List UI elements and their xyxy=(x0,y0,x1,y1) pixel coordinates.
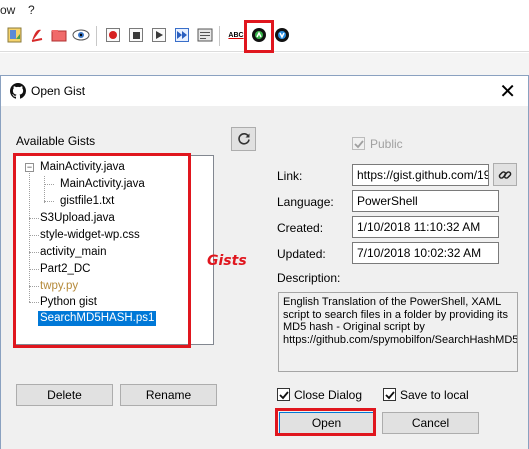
spellcheck-text: ABC xyxy=(228,31,244,39)
created-field[interactable]: 1/10/2018 11:10:32 AM xyxy=(352,216,499,238)
public-checkbox[interactable] xyxy=(352,137,365,150)
open-folder-icon[interactable] xyxy=(50,26,68,44)
menu-bar: ow ? xyxy=(0,0,529,20)
rename-button[interactable]: Rename xyxy=(120,384,217,406)
delete-button[interactable]: Delete xyxy=(16,384,113,406)
highlight-frame-github-button xyxy=(244,20,274,53)
close-dialog-label: Close Dialog xyxy=(294,388,363,402)
created-label: Created: xyxy=(277,221,324,235)
new-file-icon[interactable] xyxy=(6,26,24,44)
toolbar-separator xyxy=(219,26,220,46)
refresh-icon xyxy=(237,132,250,145)
menu-item-window[interactable]: ow xyxy=(0,3,15,17)
language-label: Language: xyxy=(277,195,334,209)
play-icon[interactable] xyxy=(150,26,168,44)
pdf-icon[interactable] xyxy=(28,26,46,44)
link-icon xyxy=(498,170,512,179)
toolbar-separator xyxy=(96,26,97,46)
record-icon[interactable] xyxy=(104,26,122,44)
updated-label: Updated: xyxy=(277,247,326,261)
refresh-button[interactable] xyxy=(231,127,256,151)
github-logo-icon xyxy=(10,83,26,102)
description-label: Description: xyxy=(277,271,341,285)
link-field[interactable]: https://gist.github.com/195... xyxy=(352,164,489,186)
save-local-label: Save to local xyxy=(400,388,469,402)
spellcheck-icon[interactable]: ABC xyxy=(226,26,246,44)
highlight-frame-open-button xyxy=(275,408,376,436)
checkmark-icon xyxy=(384,390,395,399)
checkmark-icon xyxy=(353,139,364,148)
highlight-frame-gist-tree xyxy=(13,153,191,348)
updated-field[interactable]: 7/10/2018 10:02:32 AM xyxy=(352,242,499,264)
dialog-titlebar: Open Gist ✕ xyxy=(1,76,528,106)
close-dialog-checkbox[interactable] xyxy=(277,388,290,401)
gists-annotation: Gists xyxy=(207,253,247,269)
cancel-button[interactable]: Cancel xyxy=(382,412,479,434)
link-label: Link: xyxy=(277,169,303,183)
close-icon[interactable]: ✕ xyxy=(499,79,516,104)
save-local-checkbox[interactable] xyxy=(383,388,396,401)
menu-item-help[interactable]: ? xyxy=(28,3,35,17)
description-field[interactable]: English Translation of the PowerShell, X… xyxy=(278,292,518,372)
checkmark-icon xyxy=(278,390,289,399)
open-gist-dialog: Open Gist ✕ Available Gists − MainActivi… xyxy=(0,75,529,449)
github-download-icon[interactable] xyxy=(273,26,291,44)
editor-area-strip xyxy=(0,53,529,75)
public-label: Public xyxy=(370,137,403,151)
eye-icon[interactable] xyxy=(72,26,90,44)
keyboard-icon[interactable] xyxy=(196,26,214,44)
available-gists-label: Available Gists xyxy=(16,134,96,148)
language-field[interactable]: PowerShell xyxy=(352,190,499,212)
fast-forward-icon[interactable] xyxy=(173,26,191,44)
dialog-title: Open Gist xyxy=(31,84,86,98)
stop-icon[interactable] xyxy=(127,26,145,44)
open-link-button[interactable] xyxy=(493,163,517,186)
